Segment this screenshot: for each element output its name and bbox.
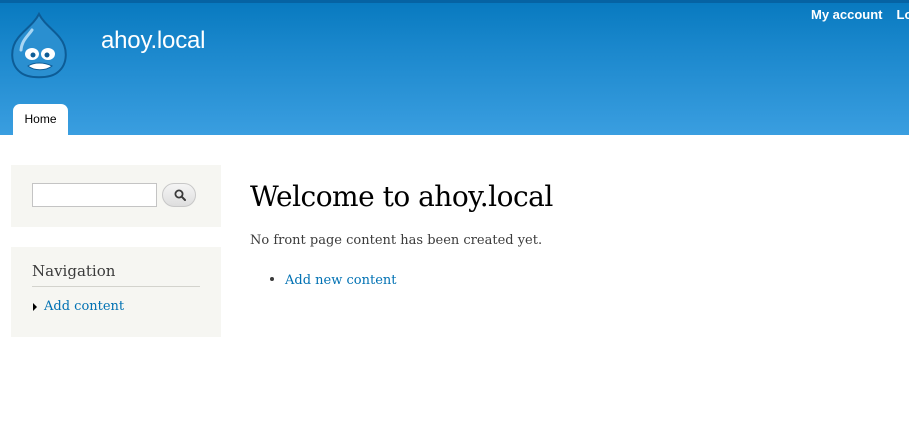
navigation-title: Navigation — [32, 262, 116, 280]
front-page-message: No front page content has been created y… — [250, 233, 543, 248]
search-button[interactable] — [162, 183, 196, 207]
search-block — [11, 165, 221, 227]
navigation-block: Navigation Add content — [11, 247, 221, 337]
add-content-link[interactable]: Add content — [44, 299, 124, 314]
page-title: Welcome to ahoy.local — [250, 180, 553, 213]
tab-home[interactable]: Home — [13, 104, 68, 135]
navigation-item-add-content: Add content — [33, 299, 124, 314]
navigation-divider — [32, 286, 200, 287]
header-top-line — [0, 0, 909, 3]
add-new-content-link[interactable]: Add new content — [285, 273, 396, 288]
search-icon — [174, 189, 186, 201]
log-out-link[interactable]: Lo — [897, 7, 909, 22]
drupal-logo-icon[interactable] — [8, 11, 70, 80]
site-name-link[interactable]: ahoy.local — [101, 27, 205, 55]
triangle-right-icon — [33, 303, 37, 311]
bullet-icon — [270, 277, 274, 281]
my-account-link[interactable]: My account — [811, 7, 883, 22]
site-header: ahoy.local My account Lo Home — [0, 0, 909, 135]
search-input[interactable] — [32, 183, 157, 207]
secondary-menu: My account Lo — [811, 7, 909, 22]
front-page-links: Add new content — [270, 273, 396, 288]
